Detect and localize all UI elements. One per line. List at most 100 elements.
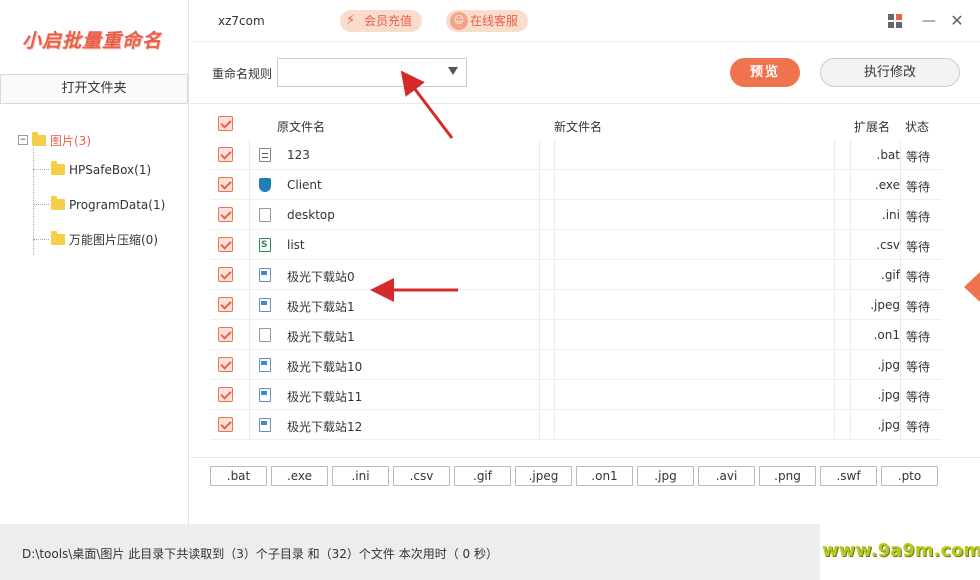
table-row[interactable]: 极光下载站12 .jpg 等待 <box>210 410 942 440</box>
ext-filter-chip[interactable]: .exe <box>271 466 328 486</box>
col-extension: 扩展名 <box>854 120 891 134</box>
row-checkbox[interactable] <box>218 357 233 372</box>
row-checkbox[interactable] <box>218 327 233 342</box>
col-divider <box>900 170 901 200</box>
tree-node-hpsafebox[interactable]: HPSafeBox(1) <box>33 152 165 187</box>
tree-root-label[interactable]: 图片(3) <box>50 132 91 149</box>
file-extension: .bat <box>876 148 901 162</box>
row-checkbox[interactable] <box>218 417 233 432</box>
ext-filter-chip[interactable]: .csv <box>393 466 450 486</box>
col-divider <box>249 260 250 290</box>
col-divider <box>834 380 835 410</box>
col-divider <box>539 140 540 170</box>
close-icon[interactable]: ✕ <box>948 12 966 30</box>
ext-filter-chip[interactable]: .gif <box>454 466 511 486</box>
col-divider <box>900 290 901 320</box>
row-status: 等待 <box>906 270 931 284</box>
open-folder-button[interactable]: 打开文件夹 <box>0 74 188 104</box>
col-divider <box>539 380 540 410</box>
col-divider <box>834 170 835 200</box>
row-status: 等待 <box>906 240 931 254</box>
col-divider <box>539 200 540 230</box>
tree-node-label[interactable]: HPSafeBox(1) <box>69 163 151 177</box>
ext-divider <box>190 457 980 458</box>
execute-rename-button[interactable]: 执行修改 <box>820 58 960 87</box>
row-status: 等待 <box>906 360 931 374</box>
col-divider <box>539 350 540 380</box>
tree-node-programdata[interactable]: ProgramData(1) <box>33 187 165 222</box>
folder-icon <box>51 231 65 245</box>
select-all-checkbox[interactable] <box>218 116 233 131</box>
row-checkbox[interactable] <box>218 297 233 312</box>
table-row[interactable]: desktop .ini 等待 <box>210 200 942 230</box>
table-row[interactable]: 极光下载站1 .jpeg 等待 <box>210 290 942 320</box>
bat-file-icon <box>259 148 271 162</box>
tree-children: HPSafeBox(1) ProgramData(1) 万能图片压缩(0) <box>33 148 165 257</box>
watermark: www.9a9m.com <box>822 540 980 561</box>
col-status: 状态 <box>905 120 930 134</box>
ext-filter-chip[interactable]: .jpg <box>637 466 694 486</box>
ext-filter-chip[interactable]: .bat <box>210 466 267 486</box>
collapse-toggle-icon[interactable]: − <box>18 135 28 145</box>
ext-filter-chip[interactable]: .avi <box>698 466 755 486</box>
table-header: 原文件名 新文件名 扩展名 状态 <box>210 110 942 140</box>
row-status: 等待 <box>906 150 931 164</box>
table-row[interactable]: 极光下载站0 .gif 等待 <box>210 260 942 290</box>
table-row[interactable]: 123 .bat 等待 <box>210 140 942 170</box>
status-text: D:\tools\桌面\图片 此目录下共读取到（3）个子目录 和（32）个文件 … <box>22 547 499 561</box>
col-divider <box>834 410 835 440</box>
col-divider <box>900 230 901 260</box>
row-status: 等待 <box>906 330 931 344</box>
header-divider <box>190 103 980 104</box>
vip-recharge-button[interactable]: ⚡ 会员充值 <box>340 10 422 32</box>
ext-filter-chip[interactable]: .on1 <box>576 466 633 486</box>
table-row[interactable]: 极光下载站11 .jpg 等待 <box>210 380 942 410</box>
ext-filter-chip[interactable]: .swf <box>820 466 877 486</box>
tree-node-label[interactable]: 万能图片压缩(0) <box>69 231 158 248</box>
col-divider <box>834 320 835 350</box>
online-service-button[interactable]: ☺ 在线客服 <box>446 10 528 32</box>
table-row[interactable]: Client .exe 等待 <box>210 170 942 200</box>
file-extension: .gif <box>881 268 900 282</box>
row-checkbox[interactable] <box>218 387 233 402</box>
col-divider <box>834 290 835 320</box>
table-row[interactable]: list .csv 等待 <box>210 230 942 260</box>
preview-button[interactable]: 预览 <box>730 58 800 87</box>
original-filename: list <box>287 238 305 252</box>
row-checkbox[interactable] <box>218 267 233 282</box>
side-expand-tab[interactable] <box>964 272 980 302</box>
col-divider <box>249 170 250 200</box>
row-checkbox[interactable] <box>218 237 233 252</box>
col-divider <box>249 290 250 320</box>
rename-rule-select[interactable] <box>277 58 467 87</box>
table-row[interactable]: 极光下载站10 .jpg 等待 <box>210 350 942 380</box>
row-status: 等待 <box>906 390 931 404</box>
tree-root-node[interactable]: − 图片(3) <box>18 128 165 152</box>
ext-filter-chip[interactable]: .png <box>759 466 816 486</box>
original-filename: Client <box>287 178 322 192</box>
row-status: 等待 <box>906 180 931 194</box>
site-name: xz7com <box>218 14 265 28</box>
ext-filter-chip[interactable]: .jpeg <box>515 466 572 486</box>
original-filename: desktop <box>287 208 335 222</box>
chevron-down-icon[interactable] <box>448 67 458 75</box>
minimize-icon[interactable]: — <box>920 12 938 30</box>
grid-menu-icon[interactable] <box>886 12 904 30</box>
row-checkbox[interactable] <box>218 177 233 192</box>
support-agent-icon: ☺ <box>450 12 468 30</box>
row-checkbox[interactable] <box>218 147 233 162</box>
row-checkbox[interactable] <box>218 207 233 222</box>
tree-node-image-compress[interactable]: 万能图片压缩(0) <box>33 222 165 257</box>
table-row[interactable]: 极光下载站1 .on1 等待 <box>210 320 942 350</box>
file-extension: .jpg <box>877 418 900 432</box>
folder-icon <box>51 161 65 175</box>
status-bar: D:\tools\桌面\图片 此目录下共读取到（3）个子目录 和（32）个文件 … <box>0 524 820 580</box>
col-divider <box>554 200 555 230</box>
ext-filter-chip[interactable]: .ini <box>332 466 389 486</box>
exe-file-icon <box>259 178 271 192</box>
col-divider <box>249 410 250 440</box>
original-filename: 极光下载站12 <box>287 420 363 434</box>
ext-filter-chip[interactable]: .pto <box>881 466 938 486</box>
tree-node-label[interactable]: ProgramData(1) <box>69 198 165 212</box>
original-filename: 极光下载站11 <box>287 390 363 404</box>
